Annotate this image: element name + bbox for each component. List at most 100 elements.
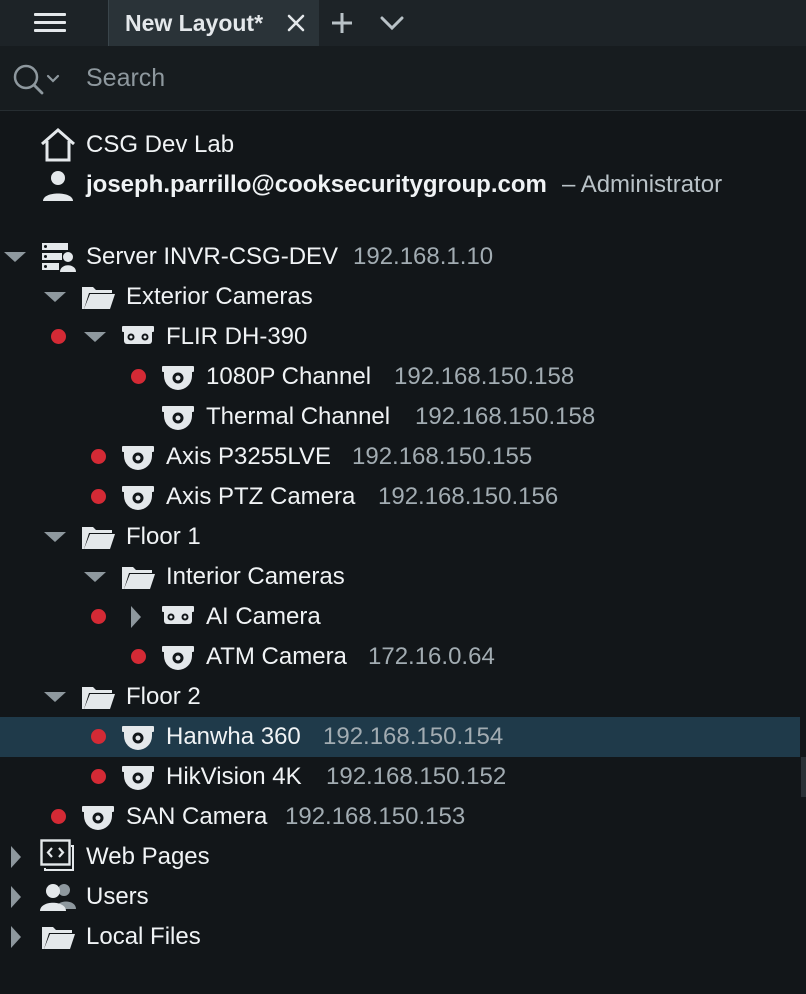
add-tab-icon[interactable] [330,11,354,35]
camera-icon [80,799,116,835]
tree-label: Floor 2 [126,683,201,710]
user-icon [40,167,76,203]
ip-address: 192.168.150.155 [352,443,533,470]
ip-address: 192.168.1.10 [353,243,494,270]
camera-icon [120,479,156,515]
status-dot [51,329,66,344]
tree-label: Users [86,883,149,910]
expand-arrow-icon[interactable] [2,877,28,917]
status-dot [91,489,106,504]
expand-arrow-icon[interactable] [2,917,28,957]
web-pages-icon [40,839,76,875]
tree-label: Hanwha 360 [166,723,301,750]
tree-local-files[interactable]: Local Files [0,917,800,957]
ip-address: 192.168.150.156 [378,483,559,510]
tree-camera-1080p[interactable]: 1080P Channel 192.168.150.158 [0,357,800,397]
tree-device-flir[interactable]: FLIR DH-390 [0,317,800,357]
tree-label: SAN Camera [126,803,268,830]
status-dot [131,369,146,384]
tree-label: Server INVR-CSG-DEV [86,243,339,270]
multi-camera-icon [120,319,156,355]
user-header: joseph.parrillo@cooksecuritygroup.com – … [0,165,800,205]
user-email: joseph.parrillo@cooksecuritygroup.com [86,171,547,198]
ip-address: 192.168.150.158 [394,363,575,390]
folder-icon [80,679,116,715]
ip-address: 192.168.150.158 [415,403,596,430]
collapse-arrow-icon[interactable] [42,517,68,557]
menu-button[interactable] [22,0,78,46]
collapse-arrow-icon[interactable] [82,557,108,597]
server-icon [40,239,76,275]
tree-camera-hanwha-360[interactable]: Hanwha 360 192.168.150.154 [0,717,800,757]
users-icon [40,879,76,915]
camera-icon [160,639,196,675]
ip-address: 192.168.150.152 [326,763,507,790]
collapse-arrow-icon[interactable] [82,317,108,357]
tree-camera-axis-ptz[interactable]: Axis PTZ Camera 192.168.150.156 [0,477,800,517]
expand-arrow-icon[interactable] [122,597,148,637]
tree-label: ATM Camera [206,643,347,670]
site-name: CSG Dev Lab [86,131,235,158]
site-header: CSG Dev Lab [0,125,800,165]
tree-camera-atm[interactable]: ATM Camera 172.16.0.64 [0,637,800,677]
chevron-down-icon[interactable] [378,11,406,35]
status-dot [91,449,106,464]
tree-label: Exterior Cameras [126,283,313,310]
ip-address: 192.168.150.153 [285,803,466,830]
tree-label: FLIR DH-390 [166,323,308,350]
tree-camera-hikvision-4k[interactable]: HikVision 4K 192.168.150.152 [0,757,800,797]
tree-label: Local Files [86,923,201,950]
tree-camera-axis-p3255lve[interactable]: Axis P3255LVE 192.168.150.155 [0,437,800,477]
collapse-arrow-icon[interactable] [2,237,28,277]
tree-label: HikVision 4K [166,763,302,790]
search-bar [0,46,806,111]
menu-line [34,29,66,32]
status-dot [91,729,106,744]
folder-icon [80,279,116,315]
layout-tab-bar: New Layout* [0,0,806,46]
tree-web-pages[interactable]: Web Pages [0,837,800,877]
tab-new-layout[interactable]: New Layout* [108,0,319,46]
close-icon[interactable] [285,12,307,34]
home-icon [40,127,76,163]
multi-camera-icon [160,599,196,635]
search-icon[interactable] [12,63,62,95]
camera-icon [120,439,156,475]
camera-icon [160,359,196,395]
status-dot [91,769,106,784]
collapse-arrow-icon[interactable] [42,677,68,717]
tree-folder-interior[interactable]: Interior Cameras [0,557,800,597]
tree-label: Axis P3255LVE [166,443,331,470]
collapse-arrow-icon[interactable] [42,277,68,317]
search-input[interactable] [84,60,688,96]
tree-label: AI Camera [206,603,321,630]
camera-icon [160,399,196,435]
ip-address: 192.168.150.154 [323,723,504,750]
tree-camera-san[interactable]: SAN Camera 192.168.150.153 [0,797,800,837]
user-role: – Administrator [562,171,723,198]
scrollbar[interactable] [801,757,806,797]
tree-folder-exterior[interactable]: Exterior Cameras [0,277,800,317]
tree-folder-floor2[interactable]: Floor 2 [0,677,800,717]
status-dot [91,609,106,624]
tree-server[interactable]: Server INVR-CSG-DEV 192.168.1.10 [0,237,800,277]
tree-users[interactable]: Users [0,877,800,917]
folder-icon [80,519,116,555]
tree-label: 1080P Channel [206,363,372,390]
tree-camera-thermal[interactable]: Thermal Channel 192.168.150.158 [0,397,800,437]
camera-icon [120,719,156,755]
status-dot [51,809,66,824]
ip-address: 172.16.0.64 [368,643,495,670]
camera-icon [120,759,156,795]
folder-icon [40,919,76,955]
menu-line [34,21,66,24]
tree-label: Floor 1 [126,523,201,550]
tree-label: Interior Cameras [166,563,345,590]
status-dot [131,649,146,664]
expand-arrow-icon[interactable] [2,837,28,877]
tab-label: New Layout* [125,10,264,36]
tree-label: Web Pages [86,843,210,870]
tree-folder-floor1[interactable]: Floor 1 [0,517,800,557]
tree-device-ai-camera[interactable]: AI Camera [0,597,800,637]
folder-icon [120,559,156,595]
